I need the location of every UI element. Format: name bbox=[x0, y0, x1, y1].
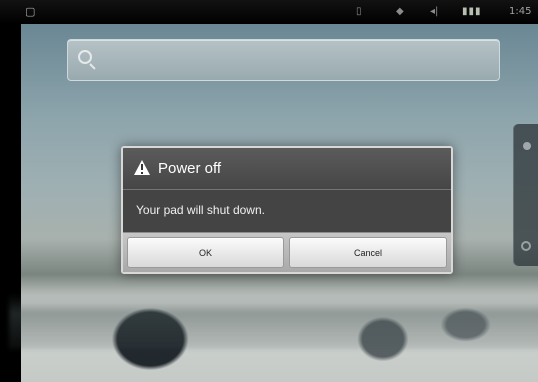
search-bar[interactable] bbox=[67, 39, 500, 81]
status-bar: ▢ ▯ ◆ ◂| ▮▮▮ 1:45 bbox=[0, 0, 538, 24]
menu-icon: ▢ bbox=[25, 5, 36, 18]
drawer-indicator-icon bbox=[523, 142, 531, 150]
side-drawer-handle[interactable] bbox=[513, 124, 538, 266]
notification-icon: ◆ bbox=[396, 6, 404, 17]
status-time: 1:45 bbox=[509, 6, 532, 17]
dialog-title: Power off bbox=[158, 160, 222, 177]
dialog-button-bar: OK Cancel bbox=[123, 232, 451, 272]
cancel-button[interactable]: Cancel bbox=[289, 237, 447, 268]
search-icon[interactable] bbox=[78, 50, 92, 64]
dialog-message: Your pad will shut down. bbox=[136, 203, 265, 217]
wifi-icon: ◂| bbox=[430, 6, 439, 17]
dialog-header: Power off bbox=[123, 148, 451, 190]
power-off-dialog: Power off Your pad will shut down. OK Ca… bbox=[121, 146, 453, 274]
drawer-ring-icon bbox=[521, 241, 531, 251]
warning-icon bbox=[134, 160, 150, 175]
storage-icon: ▯ bbox=[356, 6, 362, 17]
ok-button[interactable]: OK bbox=[127, 237, 284, 268]
signal-icon: ▮▮▮ bbox=[462, 6, 482, 17]
android-screen: ▢ ▯ ◆ ◂| ▮▮▮ 1:45 Power off Your pad wil… bbox=[0, 0, 538, 382]
search-placeholder bbox=[106, 51, 466, 67]
